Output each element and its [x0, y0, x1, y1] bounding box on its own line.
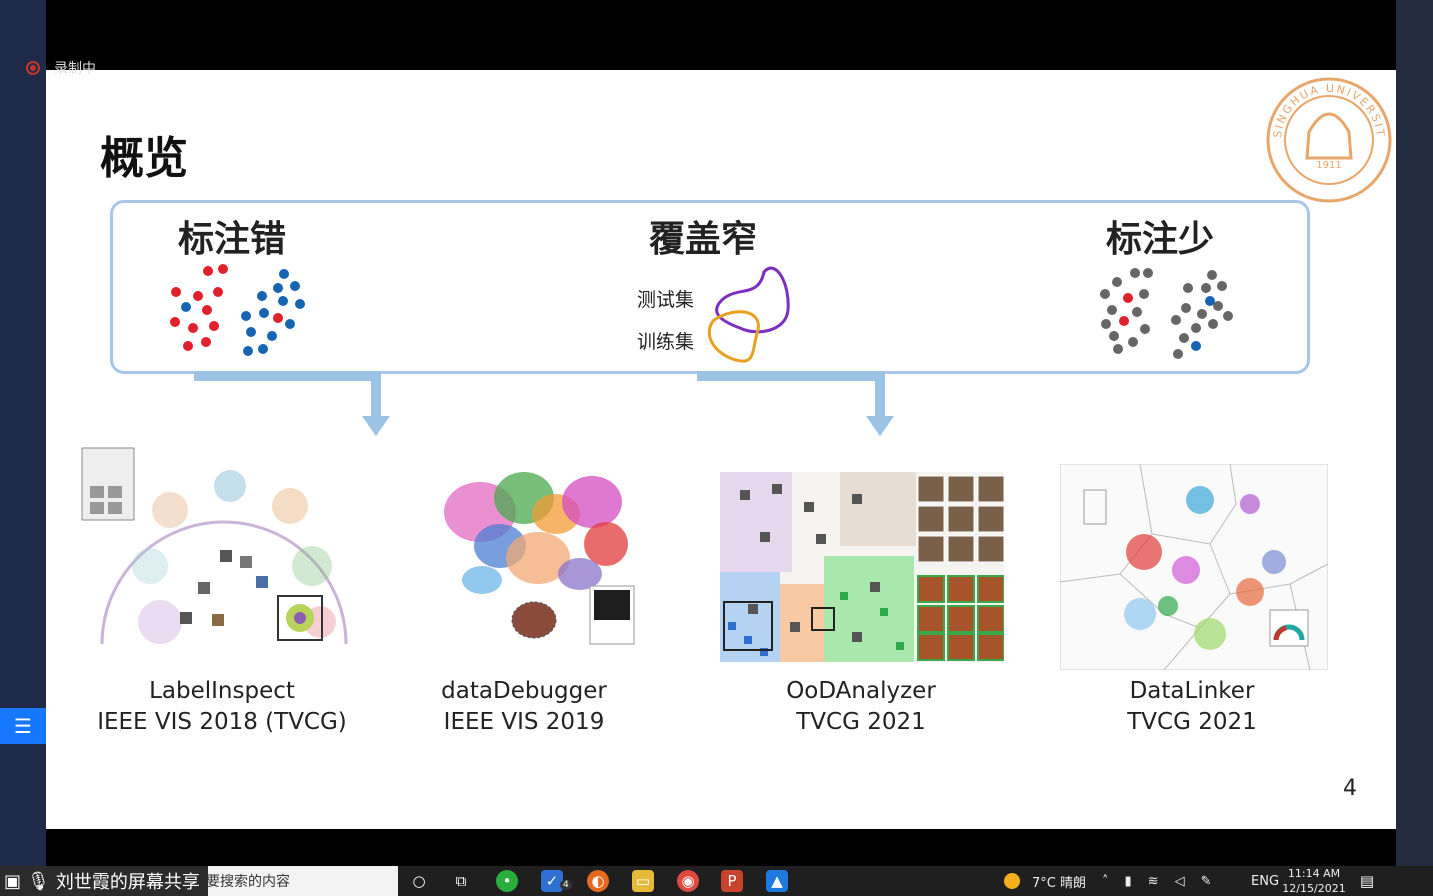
screen-share-icon: ▣	[4, 870, 22, 892]
top-letterbox	[46, 0, 1396, 70]
presentation-slide: 概览 1911 TSINGHUA UNIVERSITY 标注错 覆盖窄 标注少 …	[46, 70, 1396, 829]
tasks-app-icon[interactable]: ✓	[541, 870, 563, 892]
right-sidebar-strip	[1396, 0, 1433, 866]
recording-label: 录制中	[54, 61, 96, 77]
work-caption-datadebugger: dataDebugger IEEE VIS 2019	[374, 676, 674, 738]
work-caption-oodanalyzer: OoDAnalyzer TVCG 2021	[711, 676, 1011, 738]
datadebugger-thumbnail	[444, 472, 635, 645]
sun-icon	[1004, 873, 1020, 889]
usb-icon[interactable]: ▮	[1125, 874, 1132, 889]
recording-indicator: 录制中	[26, 58, 96, 78]
work-venue: TVCG 2021	[1127, 709, 1257, 735]
powerpoint-icon[interactable]: P	[721, 870, 743, 892]
work-caption-labelinspect: LabelInspect IEEE VIS 2018 (TVCG)	[72, 676, 372, 738]
bottom-letterbox	[46, 829, 1396, 866]
chevron-up-icon[interactable]: ˄	[1102, 874, 1109, 889]
list-menu-button[interactable]: ☰	[0, 708, 46, 744]
coverage-blobs	[707, 266, 790, 363]
wechat-icon[interactable]: •	[496, 870, 518, 892]
work-venue: IEEE VIS 2019	[443, 709, 605, 735]
work-name: LabelInspect	[149, 678, 295, 704]
weather-widget[interactable]: 7°C 晴朗	[1004, 866, 1086, 896]
file-explorer-icon[interactable]: ▭	[632, 870, 654, 892]
list-icon: ☰	[14, 714, 32, 738]
task-view-icon[interactable]: ⧉	[450, 870, 472, 892]
language-indicator[interactable]: ENG	[1251, 866, 1279, 896]
flow-arrows	[194, 371, 894, 436]
screen-share-text: 刘世霞的屏幕共享	[55, 872, 200, 893]
mislabel-dots	[170, 264, 305, 356]
oodanalyzer-thumbnail	[720, 472, 1004, 662]
work-name: dataDebugger	[441, 678, 607, 704]
screen-share-label: ▣ 🎙 刘世霞的屏幕共享	[0, 866, 208, 896]
clock-date: 12/15/2021	[1282, 882, 1346, 895]
labelinspect-thumbnail	[81, 447, 348, 645]
system-tray-icons[interactable]: ˄ ▮ ≋ ◁ ✎	[1102, 866, 1211, 896]
notification-badge: 4	[560, 880, 572, 890]
clock[interactable]: 11:14 AM 12/15/2021	[1282, 866, 1346, 896]
datalinker-thumbnail	[1060, 464, 1328, 670]
microphone-icon: 🎙	[27, 870, 50, 892]
wifi-icon[interactable]: ≋	[1148, 874, 1159, 889]
work-name: OoDAnalyzer	[786, 678, 936, 704]
record-icon	[26, 61, 40, 75]
work-name: DataLinker	[1129, 678, 1255, 704]
few-label-dots	[1100, 268, 1233, 359]
volume-icon[interactable]: ◁	[1175, 874, 1185, 889]
firefox-icon[interactable]: ◐	[587, 870, 609, 892]
clock-time: 11:14 AM	[1287, 867, 1341, 880]
search-placeholder: 要搜索的内容	[206, 874, 290, 890]
meeting-app-icon[interactable]: ▲	[766, 870, 788, 892]
slide-page-number: 4	[1343, 776, 1357, 801]
chrome-icon[interactable]: ◉	[677, 870, 699, 892]
weather-text: 7°C 晴朗	[1032, 875, 1086, 891]
pen-icon[interactable]: ✎	[1201, 874, 1212, 889]
work-caption-datalinker: DataLinker TVCG 2021	[1042, 676, 1342, 738]
work-venue: TVCG 2021	[796, 709, 926, 735]
notification-center-icon[interactable]: ▤	[1356, 870, 1378, 892]
work-venue: IEEE VIS 2018 (TVCG)	[97, 709, 347, 735]
cortana-icon[interactable]: ○	[408, 870, 430, 892]
